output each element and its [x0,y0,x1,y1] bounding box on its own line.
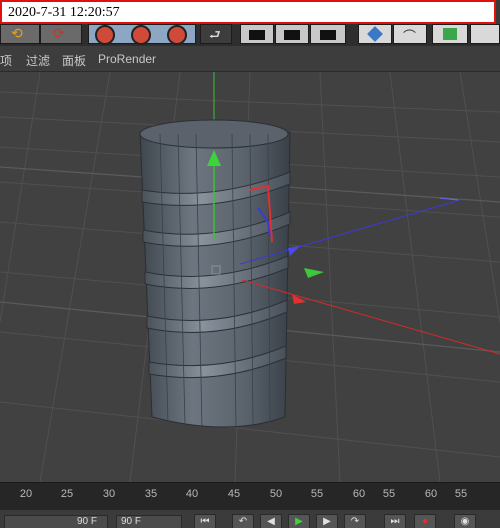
timeline-tick: 55 [382,488,396,500]
render-icon [284,30,300,40]
play-icon: ▶ [295,516,303,527]
timestamp-banner: 2020-7-31 12:20:57 [0,0,496,24]
start-frame-field[interactable]: 90 F [4,515,108,528]
menu-item-options[interactable]: 项 [0,52,12,69]
playback-bar: 90 F 90 F ⏮ ↶ ◀ ▶ ▶ ↷ ⏭ ● ◉ [0,510,500,528]
timeline-tick: 55 [310,488,324,500]
render-picture-button[interactable] [275,24,309,44]
play-button[interactable]: ▶ [288,514,310,528]
prev-key-button[interactable]: ↶ [232,514,254,528]
undo-button[interactable]: ⟲ [0,24,40,44]
next-key-icon: ↷ [350,516,360,527]
timeline-tick: 50 [269,488,283,500]
timeline-tick: 45 [227,488,241,500]
render-settings-button[interactable] [310,24,346,44]
record-icon: ● [421,516,429,527]
undo-icon: ⟲ [11,25,23,41]
prev-key-icon: ◀ [267,516,275,527]
next-key-button[interactable]: ↷ [344,514,366,528]
green-rotation-handle [304,268,324,278]
y-axis-icon[interactable] [131,25,151,45]
main-toolbar: ⟲ ⟳ ⮐ ⌒ [0,24,500,46]
more-button[interactable] [470,24,500,44]
z-axis-handle [288,246,300,256]
goto-start-icon: ⏮ [200,516,210,527]
record-icon: ◉ [460,516,470,527]
timeline-tick: 60 [352,488,366,500]
bend-button[interactable]: ⌒ [393,24,427,44]
end-frame-field[interactable]: 90 F [116,515,182,528]
goto-end-icon: ⏭ [390,516,400,527]
timeline-ruler[interactable]: 20 25 30 35 40 45 50 55 60 55 60 55 [0,482,500,510]
record-button[interactable]: ● [414,514,436,528]
viewport-canvas[interactable] [0,72,500,482]
x-axis-icon[interactable] [95,25,115,45]
timeline-tick: 35 [144,488,158,500]
scene-button[interactable] [432,24,468,44]
timeline-tick: 25 [60,488,74,500]
prev-key-icon: ↶ [238,516,248,527]
scene-icon [443,28,457,40]
next-key-icon: ▶ [323,516,331,527]
bend-icon: ⌒ [403,29,417,44]
timeline-tick: 40 [185,488,199,500]
render-view-button[interactable] [240,24,274,44]
timeline-tick: 60 [424,488,438,500]
timestamp-text: 2020-7-31 12:20:57 [8,5,120,20]
redo-icon: ⟳ [53,25,65,41]
cube-icon [367,26,383,42]
render-icon [249,30,265,40]
cylinder-top-cap [139,119,289,149]
menu-item-panel[interactable]: 面板 [62,52,86,69]
cube-button[interactable] [358,24,392,44]
step-back-button[interactable]: ◀ [260,514,282,528]
z-axis-icon[interactable] [167,25,187,45]
coordinate-icon: ⮐ [209,27,221,42]
viewport-menubar: 项 过滤 面板 ProRender [0,46,500,72]
render-icon [320,30,336,40]
coordinate-button[interactable]: ⮐ [200,24,232,44]
goto-end-button[interactable]: ⏭ [384,514,406,528]
auto-key-button[interactable]: ◉ [454,514,476,528]
menu-item-filter[interactable]: 过滤 [26,52,50,69]
timeline-tick: 55 [454,488,468,500]
redo-button[interactable]: ⟳ [40,24,82,44]
step-forward-button[interactable]: ▶ [316,514,338,528]
3d-viewport[interactable] [0,72,500,482]
goto-start-button[interactable]: ⏮ [194,514,216,528]
menu-item-prorender[interactable]: ProRender [98,52,156,66]
timeline-tick: 20 [19,488,33,500]
timeline-tick: 30 [102,488,116,500]
